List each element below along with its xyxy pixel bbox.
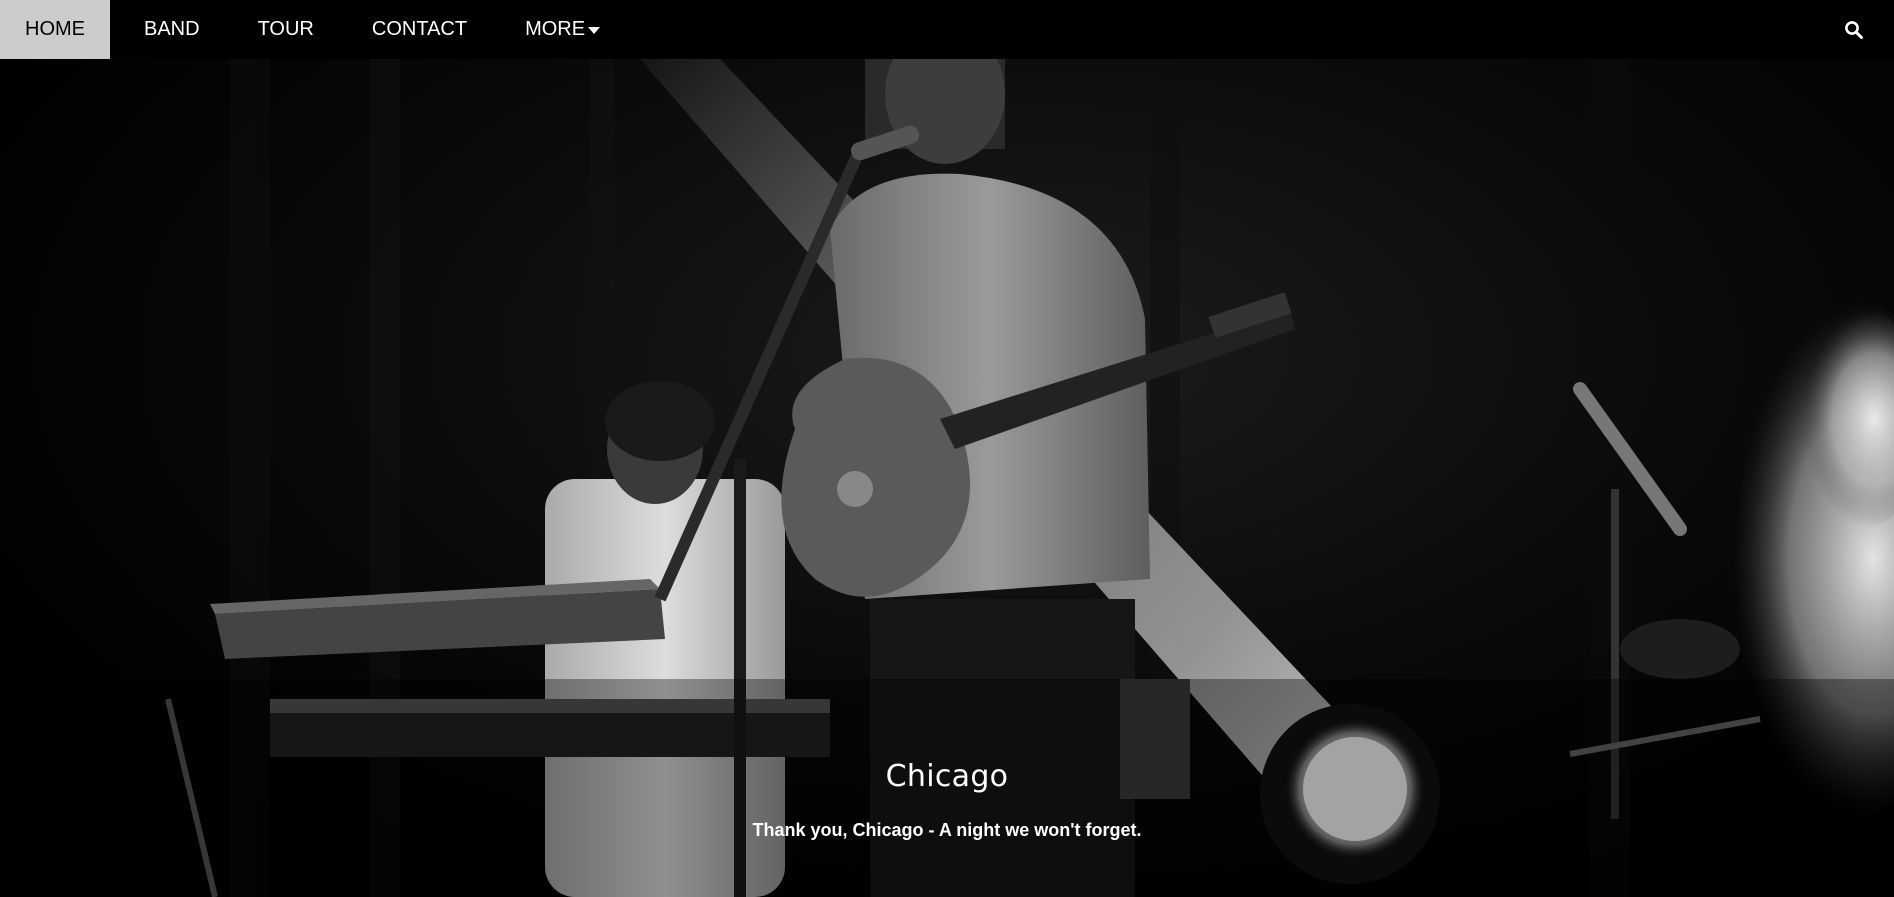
caret-down-icon [588,27,601,34]
more-label: MORE [525,18,586,40]
nav-item-tour[interactable]: TOUR [225,0,339,59]
nav-item-more-dropdown[interactable]: MORE [492,0,625,59]
nav-item-contact[interactable]: CONTACT [339,0,492,59]
slide-caption: Thank you, Chicago - A night we won't fo… [752,820,1142,840]
top-navbar: HOME BAND TOUR CONTACT MORE [0,0,1894,59]
nav-links: HOME BAND TOUR CONTACT MORE [0,0,625,59]
slide-title: Chicago [885,759,1009,794]
nav-item-band[interactable]: BAND [110,0,225,59]
hero-slide: Chicago Thank you, Chicago - A night we … [0,59,1894,897]
nav-item-home[interactable]: HOME [0,0,110,59]
search-icon [1845,20,1863,39]
search-button[interactable] [1834,0,1874,59]
page: HOME BAND TOUR CONTACT MORE Chicago Than… [0,0,1894,897]
